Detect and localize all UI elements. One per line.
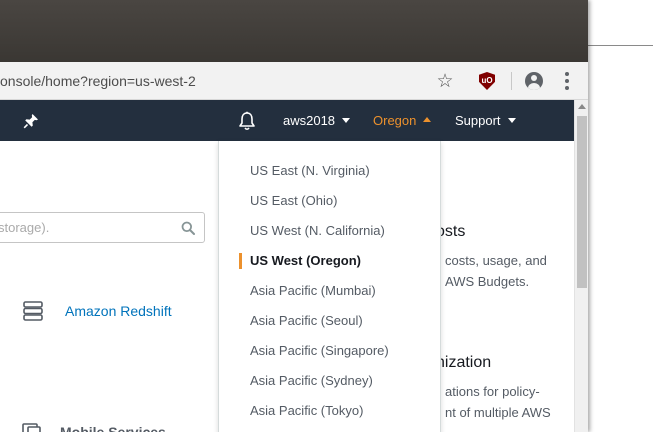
costs-promo-line: AWS Budgets.: [445, 274, 530, 289]
organizations-promo-title[interactable]: nization: [436, 354, 491, 372]
region-option[interactable]: US West (N. California): [250, 223, 385, 238]
region-label: Oregon: [373, 113, 417, 128]
scrollbar-thumb[interactable]: [577, 116, 587, 288]
url-text[interactable]: onsole/home?region=us-west-2: [0, 73, 196, 89]
region-option[interactable]: US East (N. Virginia): [250, 163, 370, 178]
kebab-menu-icon[interactable]: [556, 70, 578, 92]
service-search-input[interactable]: storage).: [0, 212, 205, 243]
profile-icon[interactable]: [523, 70, 545, 92]
scroll-up-arrow-icon[interactable]: [578, 104, 586, 109]
account-menu[interactable]: aws2018: [283, 100, 351, 141]
support-menu[interactable]: Support: [455, 100, 516, 141]
region-dropdown: US East (N. Virginia) US East (Ohio) US …: [218, 141, 441, 432]
ublock-origin-icon[interactable]: uO: [476, 70, 498, 92]
organizations-promo-line: nt of multiple AWS: [445, 405, 551, 420]
chevron-up-icon: [423, 117, 432, 122]
account-label: aws2018: [283, 113, 336, 128]
star-icon[interactable]: ☆: [434, 70, 456, 92]
region-option[interactable]: Asia Pacific (Sydney): [250, 373, 373, 388]
region-option[interactable]: Asia Pacific (Singapore): [250, 343, 389, 358]
costs-promo-line: costs, usage, and: [445, 253, 547, 268]
chevron-down-icon: [342, 118, 351, 123]
mobile-devices-icon: [22, 422, 46, 432]
region-option[interactable]: Asia Pacific (Tokyo): [250, 403, 363, 418]
address-bar: onsole/home?region=us-west-2 ☆ uO: [0, 62, 588, 100]
page-scrollbar[interactable]: [574, 100, 588, 432]
support-label: Support: [455, 113, 501, 128]
pin-icon[interactable]: [23, 100, 39, 141]
mobile-services-heading: Mobile Services: [60, 424, 166, 432]
bell-icon[interactable]: [238, 100, 256, 141]
region-option[interactable]: Asia Pacific (Mumbai): [250, 283, 376, 298]
region-option[interactable]: Asia Pacific (Seoul): [250, 313, 363, 328]
toolbar-separator: [511, 72, 512, 90]
browser-window: onsole/home?region=us-west-2 ☆ uO aws201…: [0, 0, 588, 432]
search-icon[interactable]: [181, 221, 195, 235]
region-option-selected[interactable]: US West (Oregon): [250, 253, 361, 268]
region-option[interactable]: US East (Ohio): [250, 193, 337, 208]
database-icon: [22, 300, 44, 322]
chevron-down-icon: [507, 118, 516, 123]
region-menu[interactable]: Oregon: [373, 100, 432, 141]
organizations-promo-line: ations for policy-: [445, 384, 540, 399]
browser-titlebar[interactable]: [0, 0, 588, 62]
aws-navbar: aws2018 Oregon Support: [0, 100, 574, 141]
desktop-divider: [588, 45, 653, 46]
desktop-background: [588, 0, 653, 432]
redshift-link[interactable]: Amazon Redshift: [65, 303, 172, 319]
search-placeholder: storage).: [0, 220, 50, 235]
selected-indicator: [239, 253, 242, 269]
